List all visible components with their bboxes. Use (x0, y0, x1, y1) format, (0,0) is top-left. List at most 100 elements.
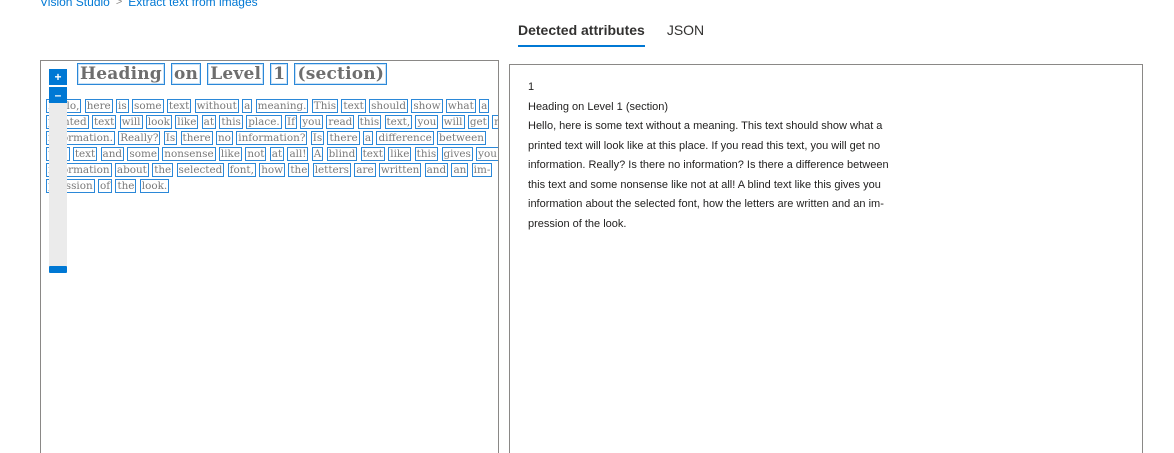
word-box[interactable]: difference (376, 131, 434, 145)
word-box[interactable]: about (114, 163, 149, 177)
word-box[interactable]: meaning. (255, 99, 309, 113)
word-box[interactable]: font, (227, 163, 256, 177)
word-box[interactable]: will (119, 115, 143, 129)
word-box[interactable]: a (479, 99, 490, 113)
result-text-line: printed text will look like at this plac… (528, 139, 881, 152)
result-page-number: 1 (528, 81, 535, 93)
text-line: Hello, here is some text without a meani… (46, 98, 496, 114)
image-preview-panel[interactable]: Heading on Level 1 (section) Hello, here… (40, 60, 499, 453)
breadcrumb: Vision Studio > Extract text from images (40, 0, 258, 9)
word-box[interactable]: A (311, 147, 324, 161)
word-box[interactable]: no (215, 131, 233, 145)
word-box[interactable]: you (476, 147, 498, 161)
result-text-line: information about the selected font, how… (528, 198, 884, 210)
word-box[interactable]: nonsense (162, 147, 216, 161)
word-box[interactable]: between (437, 131, 486, 145)
word-box[interactable]: an (451, 163, 469, 177)
word-box[interactable]: show (411, 99, 443, 113)
word-box[interactable]: Is (163, 131, 178, 145)
word-box[interactable]: If (284, 115, 297, 129)
word-box[interactable]: at (201, 115, 217, 129)
word-box[interactable]: this (414, 147, 439, 161)
word-box[interactable]: im- (471, 163, 493, 177)
word-box[interactable]: written (378, 163, 422, 177)
word-box[interactable]: is (116, 99, 129, 113)
word-box[interactable]: how (259, 163, 286, 177)
word-box[interactable]: get (467, 115, 489, 129)
word-box[interactable]: will (441, 115, 465, 129)
word-box[interactable]: the (288, 163, 310, 177)
text-line: information. Really? Is there no informa… (46, 130, 496, 146)
word-box[interactable]: some (131, 99, 164, 113)
breadcrumb-vision-studio[interactable]: Vision Studio (40, 0, 110, 9)
word-box[interactable]: (section) (294, 63, 388, 85)
result-tabs: Detected attributes JSON (518, 22, 704, 47)
word-box[interactable]: and (424, 163, 449, 177)
word-box[interactable]: text (341, 99, 366, 113)
word-box[interactable]: at (269, 147, 285, 161)
word-box[interactable]: gives (441, 147, 473, 161)
word-box[interactable]: This (311, 99, 339, 113)
word-box[interactable]: information? (236, 131, 308, 145)
word-box[interactable]: like (218, 147, 242, 161)
word-box[interactable]: and (100, 147, 125, 161)
result-text-line: Heading on Level 1 (section) (528, 100, 669, 113)
detected-attributes-panel: 1 Heading on Level 1 (section) Hello, here… (509, 64, 1143, 453)
word-box[interactable]: not (245, 147, 267, 161)
word-box[interactable]: of (98, 179, 113, 193)
tab-detected-attributes[interactable]: Detected attributes (518, 22, 645, 47)
word-box[interactable]: text (166, 99, 192, 113)
word-box[interactable]: like (175, 115, 199, 129)
word-box[interactable]: text (72, 147, 98, 161)
result-text-line: information. Really? Is there no informa… (528, 159, 889, 171)
breadcrumb-extract-text[interactable]: Extract text from images (128, 0, 257, 9)
word-box[interactable]: you (300, 115, 324, 129)
word-box[interactable]: read (326, 115, 355, 129)
word-box[interactable]: like (388, 147, 412, 161)
word-box[interactable]: what (445, 99, 476, 113)
word-box[interactable]: on (171, 63, 202, 85)
word-box[interactable]: text, (384, 115, 413, 129)
word-box[interactable]: a (242, 99, 253, 113)
word-box[interactable]: this (357, 115, 382, 129)
zoom-in-button[interactable]: + (49, 69, 67, 85)
word-box[interactable]: the (152, 163, 174, 177)
zoom-slider-track[interactable] (49, 89, 67, 271)
word-box[interactable]: place. (246, 115, 282, 129)
result-text-line: pression of the look. (528, 217, 627, 230)
word-box[interactable]: here (84, 99, 113, 113)
word-box[interactable]: some (127, 147, 159, 161)
word-box[interactable]: you (415, 115, 439, 129)
text-line: information about the selected font, how… (46, 162, 496, 178)
result-text-line: Hello, here is some text without a meani… (528, 120, 883, 132)
word-box[interactable]: selected (176, 163, 225, 177)
word-box[interactable]: a (362, 131, 374, 145)
word-box[interactable]: without (194, 99, 239, 113)
word-box[interactable]: this (219, 115, 243, 129)
word-box[interactable]: no (492, 115, 498, 129)
word-box[interactable]: text (91, 115, 117, 129)
word-box[interactable]: there (180, 131, 213, 145)
word-box[interactable]: 1 (270, 63, 289, 85)
word-box[interactable]: should (369, 99, 409, 113)
word-box[interactable]: look. (139, 179, 170, 193)
word-box[interactable]: text (360, 147, 385, 161)
zoom-slider-thumb[interactable] (49, 266, 67, 273)
word-box[interactable]: Level (207, 63, 265, 85)
word-box[interactable]: Heading (77, 63, 165, 85)
word-box[interactable]: look (145, 115, 172, 129)
tab-json[interactable]: JSON (667, 22, 704, 47)
detected-text-output: 1 Heading on Level 1 (section) Hello, here… (528, 78, 889, 234)
word-box[interactable]: letters (312, 163, 351, 177)
word-box[interactable]: blind (326, 147, 358, 161)
word-box[interactable]: are (354, 163, 376, 177)
word-box[interactable]: Really? (118, 131, 161, 145)
word-box[interactable]: all! (287, 147, 309, 161)
text-line: pression of the look. (46, 178, 496, 194)
app-root: Vision Studio > Extract text from images… (0, 0, 1174, 453)
result-text-line: this text and some nonsense like not at … (528, 178, 881, 191)
word-box[interactable]: there (327, 131, 360, 145)
word-box[interactable]: the (115, 179, 137, 193)
word-box[interactable]: Is (310, 131, 325, 145)
zoom-out-button[interactable]: – (49, 87, 67, 103)
